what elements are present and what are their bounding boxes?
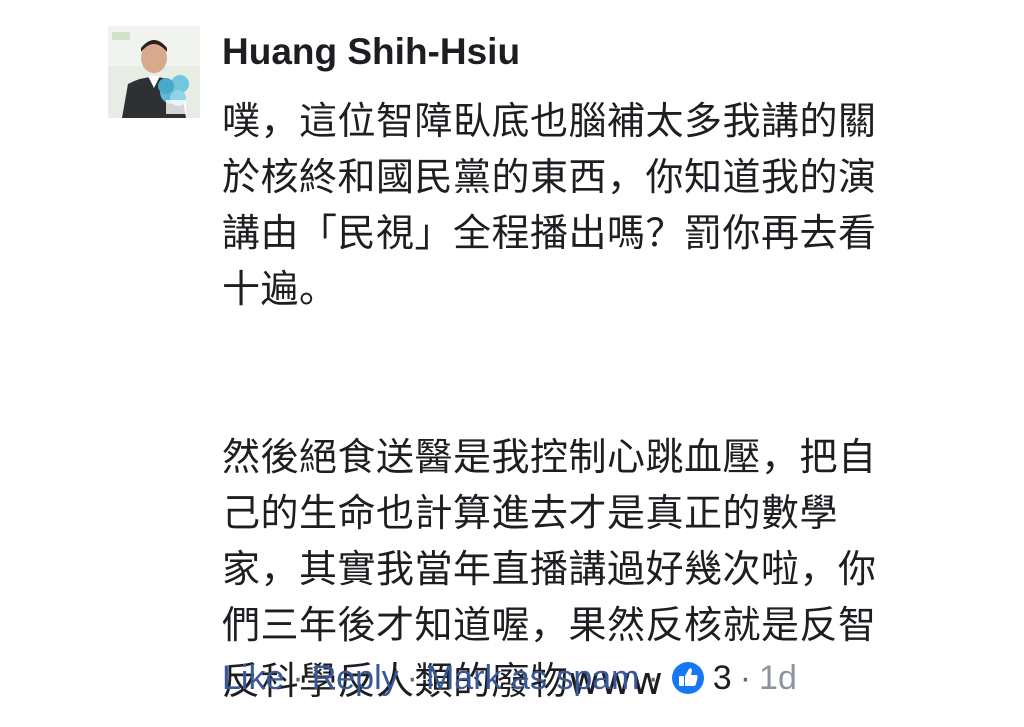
comment-line: 家，其實我當年直播講過好幾次啦，你 <box>222 547 877 591</box>
comment-line: 然後絕食送醫是我控制心跳血壓，把自 <box>222 435 877 479</box>
comment-body: 噗，這位智障臥底也腦補太多我講的關 於核終和國民黨的東西，你知道我的演 講由「民… <box>222 93 922 709</box>
thumbs-up-icon[interactable] <box>671 661 705 695</box>
avatar-photo <box>108 26 200 118</box>
separator: · <box>406 658 418 697</box>
comment-author[interactable]: Huang Shih-Hsiu <box>222 30 520 74</box>
separator: · <box>292 658 304 697</box>
comment-line: 噗，這位智障臥底也腦補太多我講的關 <box>222 99 877 143</box>
comment-line: 己的生命也計算進去才是真正的數學 <box>222 491 839 535</box>
comment: Huang Shih-Hsiu 噗，這位智障臥底也腦補太多我講的關 於核終和國民… <box>0 0 1024 727</box>
comment-line: 們三年後才知道喔，果然反核就是反智 <box>222 603 877 647</box>
comment-line: 於核終和國民黨的東西，你知道我的演 <box>222 155 877 199</box>
reply-button[interactable]: Reply <box>312 659 399 698</box>
separator: · <box>647 658 659 697</box>
like-button[interactable]: Like <box>222 659 284 698</box>
comment-paragraph: 噗，這位智障臥底也腦補太多我講的關 於核終和國民黨的東西，你知道我的演 講由「民… <box>222 93 922 317</box>
avatar[interactable] <box>108 26 200 118</box>
comment-actions: Like · Reply · Mark as spam · 3 · 1d <box>222 655 797 701</box>
reaction-count[interactable]: 3 <box>713 659 732 698</box>
timestamp[interactable]: 1d <box>759 659 797 698</box>
comment-line: 十遍。 <box>222 267 338 311</box>
separator: · <box>739 658 752 697</box>
mark-as-spam-button[interactable]: Mark as spam <box>426 659 640 698</box>
comment-line: 講由「民視」全程播出嗎？罰你再去看 <box>222 211 877 255</box>
